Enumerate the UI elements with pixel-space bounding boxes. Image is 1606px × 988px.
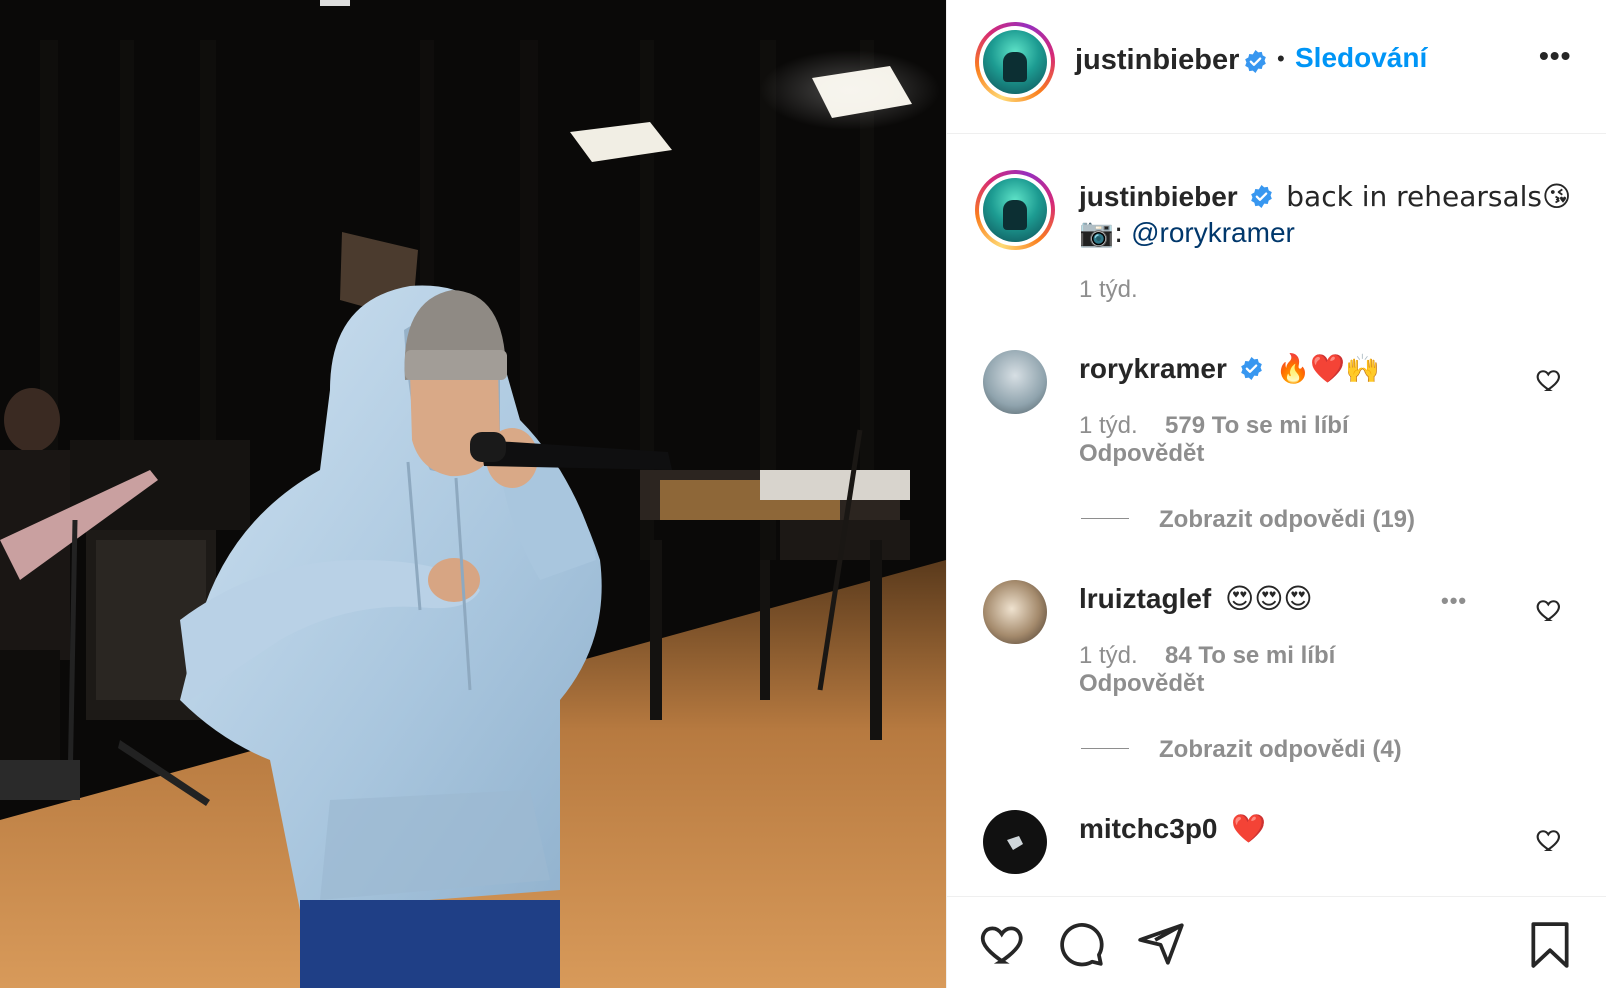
view-replies-button[interactable]: Zobrazit odpovědi (19) bbox=[1159, 506, 1415, 534]
replies-divider bbox=[1081, 748, 1129, 749]
verified-badge-icon bbox=[1251, 185, 1273, 208]
author-avatar[interactable] bbox=[975, 22, 1055, 102]
verified-badge-icon bbox=[1245, 50, 1266, 73]
post-side-panel: justinbieber • Sledování ••• justinbiebe… bbox=[946, 0, 1606, 988]
caption-line-1: justinbieber back in rehearsals😘 bbox=[1079, 180, 1571, 213]
replies-divider bbox=[1081, 518, 1129, 519]
comment-options-icon[interactable]: ••• bbox=[1441, 588, 1467, 614]
heart-icon[interactable] bbox=[977, 919, 1029, 969]
comment-username[interactable]: rorykramer bbox=[1079, 353, 1227, 384]
comment-avatar[interactable] bbox=[983, 350, 1047, 414]
caption-author-avatar[interactable] bbox=[975, 170, 1055, 250]
camera-credit: 📷: bbox=[1079, 216, 1124, 249]
caption-time[interactable]: 1 týd. bbox=[1079, 276, 1138, 304]
caption-text: back in rehearsals😘 bbox=[1286, 180, 1572, 213]
caption-line-2: 📷: @rorykramer bbox=[1079, 216, 1295, 249]
bird-logo-icon bbox=[1007, 836, 1023, 850]
reply-button[interactable]: Odpovědět bbox=[1079, 440, 1204, 468]
reply-button[interactable]: Odpovědět bbox=[1079, 670, 1204, 698]
comment-line: mitchc3p0 ❤️ bbox=[1079, 812, 1266, 845]
author-username[interactable]: justinbieber bbox=[1075, 44, 1239, 77]
comment-text: 🔥❤️🙌 bbox=[1275, 352, 1381, 385]
comments-section: justinbieber back in rehearsals😘 📷: @ror… bbox=[947, 134, 1606, 896]
view-replies-button[interactable]: Zobrazit odpovědi (4) bbox=[1159, 736, 1402, 764]
caption-mention-link[interactable]: @rorykramer bbox=[1131, 217, 1295, 248]
rehearsal-photo-illustration bbox=[0, 0, 946, 988]
comment-avatar[interactable] bbox=[983, 580, 1047, 644]
comment-like-heart-icon[interactable] bbox=[1535, 366, 1563, 394]
comment-text: 😍😍😍 bbox=[1225, 582, 1313, 615]
comment-line: rorykramer 🔥❤️🙌 bbox=[1079, 352, 1380, 385]
comment-username[interactable]: lruiztaglef bbox=[1079, 583, 1211, 614]
caption-username[interactable]: justinbieber bbox=[1079, 181, 1238, 212]
bookmark-icon[interactable] bbox=[1525, 919, 1575, 971]
comment-like-heart-icon[interactable] bbox=[1535, 596, 1563, 624]
header-separator: • bbox=[1277, 46, 1285, 71]
post-action-bar bbox=[947, 896, 1606, 988]
post-header: justinbieber • Sledování ••• bbox=[947, 0, 1606, 134]
comment-like-heart-icon[interactable] bbox=[1535, 826, 1563, 854]
instagram-post: justinbieber • Sledování ••• justinbiebe… bbox=[0, 0, 1606, 988]
share-icon[interactable] bbox=[1135, 919, 1187, 969]
comment-likes[interactable]: 84 To se mi líbí bbox=[1165, 642, 1335, 670]
more-options-icon[interactable]: ••• bbox=[1539, 40, 1571, 72]
comment-time[interactable]: 1 týd. bbox=[1079, 412, 1138, 440]
comment-text: ❤️ bbox=[1231, 812, 1267, 845]
comment-likes[interactable]: 579 To se mi líbí bbox=[1165, 412, 1349, 440]
comment-username[interactable]: mitchc3p0 bbox=[1079, 813, 1218, 844]
comment-time[interactable]: 1 týd. bbox=[1079, 642, 1138, 670]
comment-line: lruiztaglef 😍😍😍 bbox=[1079, 582, 1313, 615]
verified-badge-icon bbox=[1240, 357, 1262, 380]
comment-avatar[interactable] bbox=[983, 810, 1047, 874]
comment-icon[interactable] bbox=[1055, 919, 1107, 969]
follow-button[interactable]: Sledování bbox=[1295, 42, 1427, 74]
post-photo[interactable] bbox=[0, 0, 946, 988]
